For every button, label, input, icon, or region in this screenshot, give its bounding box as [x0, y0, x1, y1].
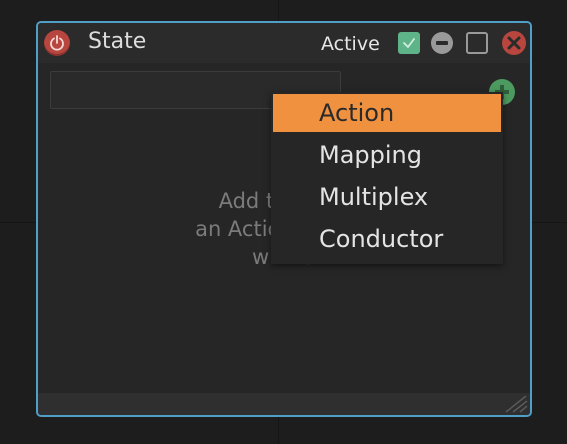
- minimize-button[interactable]: [431, 32, 453, 54]
- menu-item-mapping[interactable]: Mapping: [273, 136, 501, 174]
- resize-grip-icon[interactable]: [502, 395, 528, 413]
- window-title: State: [88, 29, 147, 54]
- close-icon: [507, 36, 521, 50]
- window-titlebar[interactable]: State Active: [38, 23, 530, 63]
- power-icon: [50, 35, 64, 51]
- active-label: Active: [321, 33, 380, 55]
- add-trigger-dropdown-menu: Action Mapping Multiplex Conductor: [271, 92, 503, 264]
- check-icon: [403, 38, 415, 48]
- maximize-button[interactable]: [466, 32, 488, 54]
- window-status-bar: [38, 393, 530, 415]
- menu-item-conductor[interactable]: Conductor: [273, 220, 501, 258]
- menu-item-action[interactable]: Action: [273, 94, 501, 132]
- close-button[interactable]: [502, 31, 526, 55]
- menu-item-multiplex[interactable]: Multiplex: [273, 178, 501, 216]
- power-toggle-button[interactable]: [44, 30, 70, 56]
- active-checkbox[interactable]: [398, 32, 420, 54]
